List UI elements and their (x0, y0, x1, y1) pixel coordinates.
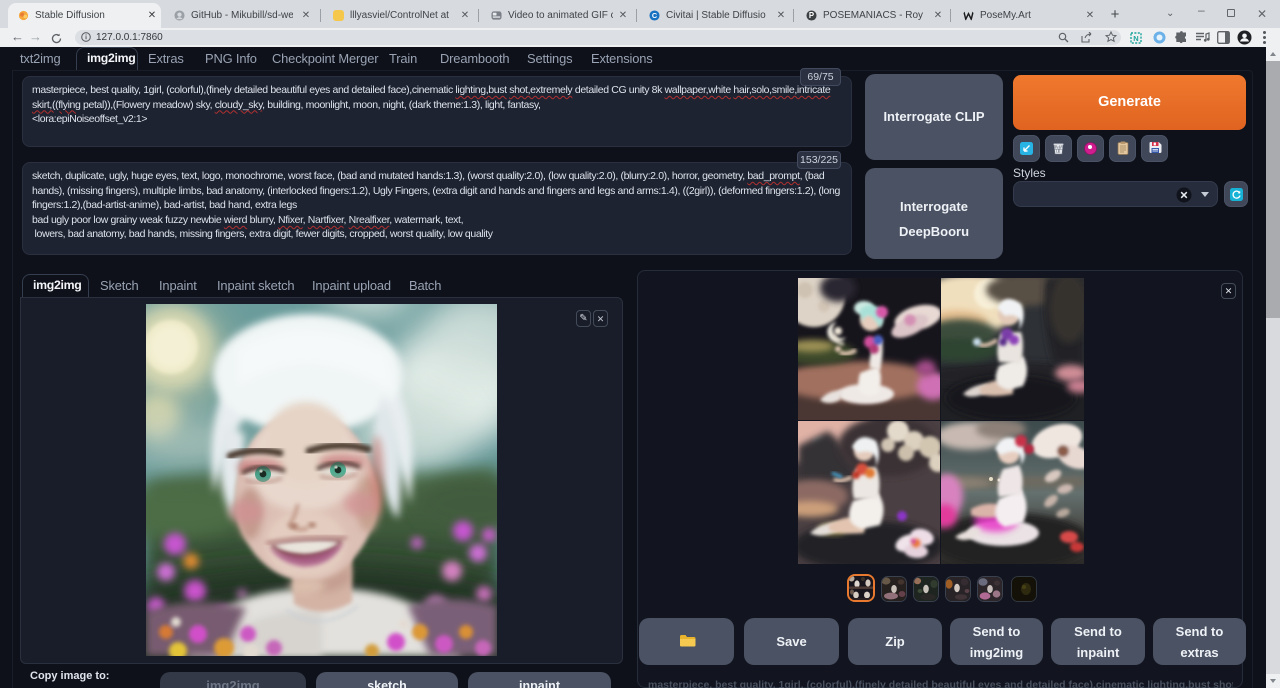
svg-text:C: C (652, 11, 658, 20)
svg-text:N: N (1133, 34, 1138, 43)
svg-text:P: P (809, 11, 814, 20)
